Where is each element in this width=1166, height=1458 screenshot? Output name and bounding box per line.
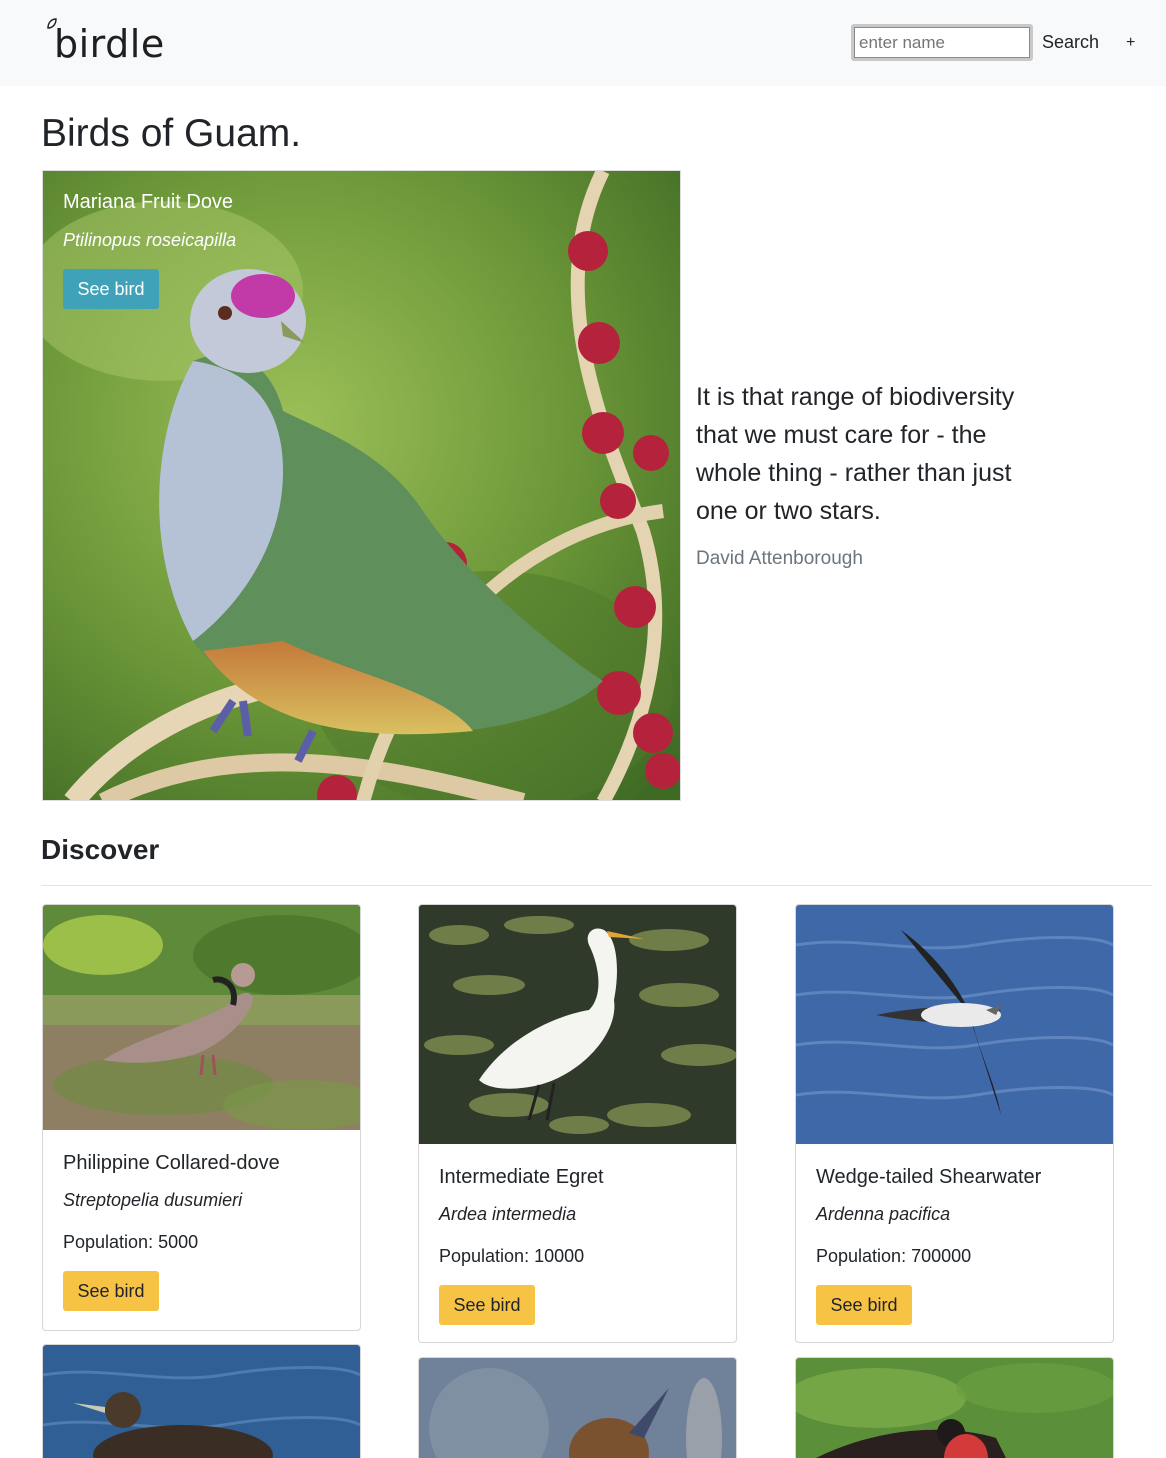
bird-scientific-name: Ardenna pacifica	[816, 1204, 951, 1224]
featured-bird-image	[43, 171, 680, 800]
bird-card	[795, 1357, 1114, 1458]
bird-name: Wedge-tailed Shearwater	[816, 1166, 1042, 1188]
section-divider	[41, 885, 1152, 886]
bird-card	[42, 1344, 361, 1458]
quote-author: David Attenborough	[696, 548, 863, 569]
quote-text: It is that range of biodiversity that we…	[696, 383, 1015, 525]
featured-see-bird-button[interactable]: See bird	[63, 269, 159, 309]
discover-heading: Discover	[41, 834, 160, 865]
bird-photo	[419, 905, 736, 1144]
page-title: Birds of Guam.	[41, 112, 302, 155]
bird-population: Population: 10000	[439, 1246, 585, 1266]
featured-bird-scientific-name: Ptilinopus roseicapilla	[63, 230, 237, 250]
bird-name: Intermediate Egret	[439, 1166, 604, 1188]
bird-name: Philippine Collared-dove	[63, 1152, 280, 1174]
bird-photo	[419, 1358, 736, 1458]
bird-photo	[43, 1345, 360, 1458]
featured-bird-card: Mariana Fruit Dove Ptilinopus roseicapil…	[42, 170, 681, 801]
navbar: birdle Search +	[0, 0, 1166, 86]
add-bird-button[interactable]: +	[1126, 34, 1135, 52]
bird-photo	[796, 905, 1113, 1144]
bird-scientific-name: Streptopelia dusumieri	[63, 1190, 243, 1210]
bird-card: Wedge-tailed Shearwater Ardenna pacifica…	[795, 904, 1114, 1343]
brand-logo[interactable]: birdle	[42, 16, 165, 72]
search-button[interactable]: Search	[1042, 32, 1099, 53]
bird-photo	[796, 1358, 1113, 1458]
brand-name: birdle	[54, 22, 165, 66]
see-bird-button[interactable]: See bird	[439, 1285, 535, 1325]
bird-card	[418, 1357, 737, 1458]
bird-scientific-name: Ardea intermedia	[439, 1204, 577, 1224]
bird-card: Philippine Collared-dove Streptopelia du…	[42, 904, 361, 1331]
bird-photo	[43, 905, 360, 1130]
see-bird-button[interactable]: See bird	[816, 1285, 912, 1325]
featured-bird-name: Mariana Fruit Dove	[63, 191, 234, 213]
see-bird-button[interactable]: See bird	[63, 1271, 159, 1311]
bird-card: Intermediate Egret Ardea intermedia Popu…	[418, 904, 737, 1343]
search-input[interactable]	[851, 24, 1033, 61]
bird-population: Population: 700000	[816, 1246, 972, 1266]
bird-population: Population: 5000	[63, 1232, 199, 1252]
